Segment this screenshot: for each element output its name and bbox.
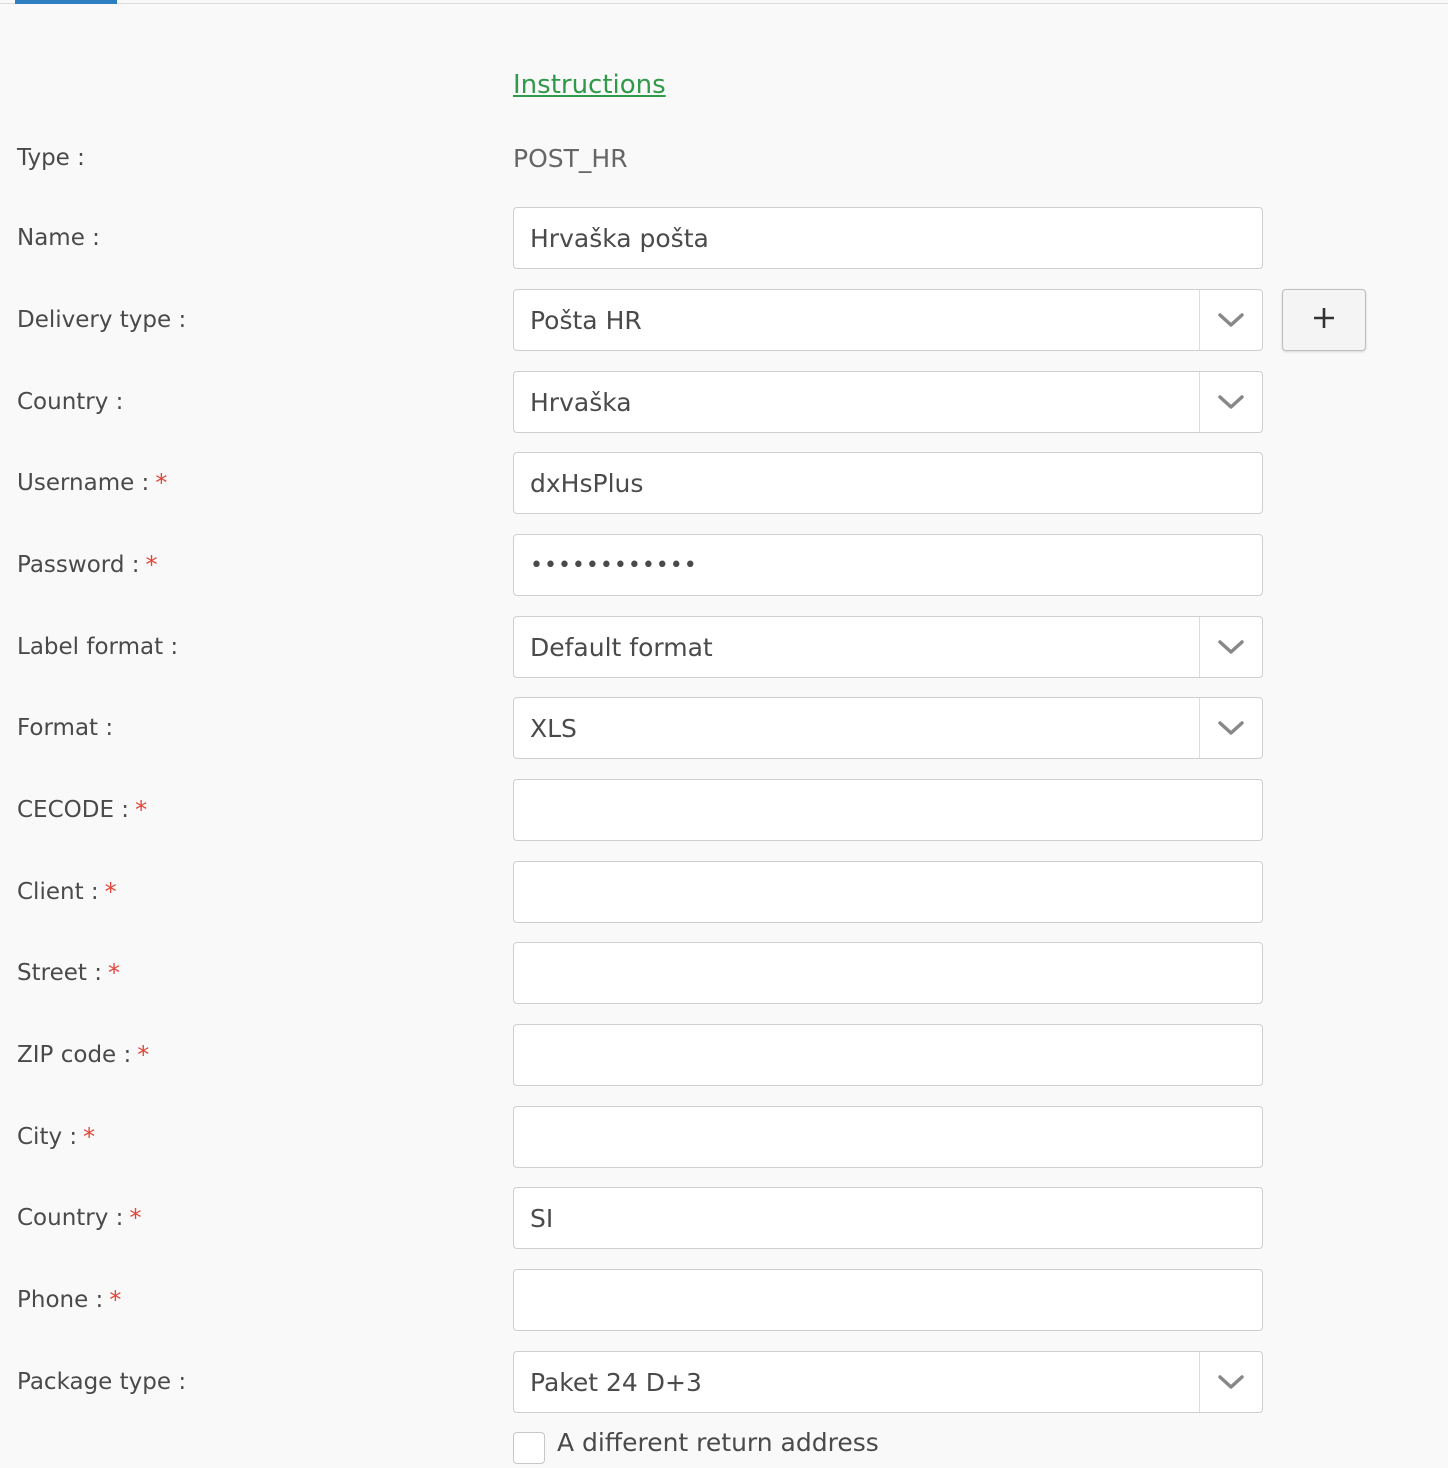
add-delivery-type-button[interactable]: [1282, 289, 1366, 351]
format-value: XLS: [530, 713, 577, 743]
package-type-row: Package type : Paket 24 D+3: [0, 1351, 1448, 1413]
required-mark: *: [135, 796, 148, 824]
tab-bar: [0, 0, 1448, 4]
client-label: Client : *: [17, 878, 117, 906]
delivery-type-row: Delivery type : Pošta HR: [0, 289, 1448, 351]
country-select-value: Hrvaška: [530, 387, 632, 417]
package-type-value: Paket 24 D+3: [530, 1367, 702, 1397]
type-label: Type :: [17, 145, 85, 171]
type-row: Type : POST_HR: [0, 127, 1448, 189]
street-label: Street : *: [17, 959, 120, 987]
zip-row: ZIP code : *: [0, 1024, 1448, 1086]
cecode-input[interactable]: [514, 780, 1262, 840]
phone-label: Phone : *: [17, 1286, 122, 1314]
password-row: Password : *: [0, 534, 1448, 596]
format-label: Format :: [17, 715, 114, 741]
zip-field[interactable]: [513, 1024, 1263, 1086]
password-input[interactable]: [514, 535, 1262, 595]
zip-label: ZIP code : *: [17, 1041, 150, 1069]
phone-row: Phone : *: [0, 1269, 1448, 1331]
label-format-select[interactable]: Default format: [513, 616, 1263, 678]
username-row: Username : *: [0, 452, 1448, 514]
required-mark: *: [129, 1204, 142, 1232]
city-label: City : *: [17, 1123, 96, 1151]
required-mark: *: [145, 551, 158, 579]
return-country-row: Country : *: [0, 1187, 1448, 1249]
zip-input[interactable]: [514, 1025, 1262, 1085]
return-country-field[interactable]: [513, 1187, 1263, 1249]
required-mark: *: [83, 1123, 96, 1151]
required-mark: *: [109, 1286, 122, 1314]
active-tab-indicator: [15, 0, 117, 4]
chevron-down-icon[interactable]: [1199, 1352, 1262, 1412]
package-type-select[interactable]: Paket 24 D+3: [513, 1351, 1263, 1413]
name-row: Name :: [0, 207, 1448, 269]
required-mark: *: [107, 959, 120, 987]
country-label: Country :: [17, 389, 124, 415]
client-field[interactable]: [513, 861, 1263, 923]
required-mark: *: [155, 469, 168, 497]
return-country-label: Country : *: [17, 1204, 142, 1232]
delivery-type-value: Pošta HR: [530, 305, 642, 335]
city-field[interactable]: [513, 1106, 1263, 1168]
phone-field[interactable]: [513, 1269, 1263, 1331]
street-row: Street : *: [0, 942, 1448, 1004]
required-mark: *: [137, 1041, 150, 1069]
password-label: Password : *: [17, 551, 158, 579]
label-format-row: Label format : Default format: [0, 616, 1448, 678]
country-select-row: Country : Hrvaška: [0, 371, 1448, 433]
name-field[interactable]: [513, 207, 1263, 269]
label-format-label: Label format :: [17, 634, 179, 660]
client-input[interactable]: [514, 862, 1262, 922]
format-select[interactable]: XLS: [513, 697, 1263, 759]
required-mark: *: [104, 878, 117, 906]
city-input[interactable]: [514, 1107, 1262, 1167]
return-address-checkbox[interactable]: [513, 1432, 545, 1464]
street-input[interactable]: [514, 943, 1262, 1003]
return-address-label: A different return address: [557, 1428, 879, 1457]
label-format-value: Default format: [530, 632, 713, 662]
return-address-option[interactable]: A different return address: [513, 1428, 879, 1468]
phone-input[interactable]: [514, 1270, 1262, 1330]
delivery-type-select[interactable]: Pošta HR: [513, 289, 1263, 351]
package-type-label: Package type :: [17, 1369, 187, 1395]
username-field[interactable]: [513, 452, 1263, 514]
instructions-link[interactable]: Instructions: [513, 70, 666, 100]
cecode-field[interactable]: [513, 779, 1263, 841]
plus-icon: [1313, 307, 1335, 333]
username-input[interactable]: [514, 453, 1262, 513]
client-row: Client : *: [0, 861, 1448, 923]
name-label: Name :: [17, 225, 100, 251]
username-label: Username : *: [17, 469, 168, 497]
country-select[interactable]: Hrvaška: [513, 371, 1263, 433]
chevron-down-icon[interactable]: [1199, 617, 1262, 677]
return-country-input[interactable]: [514, 1188, 1262, 1248]
city-row: City : *: [0, 1106, 1448, 1168]
password-field[interactable]: [513, 534, 1263, 596]
format-row: Format : XLS: [0, 697, 1448, 759]
cecode-label: CECODE : *: [17, 796, 148, 824]
name-input[interactable]: [514, 208, 1262, 268]
type-value: POST_HR: [513, 143, 628, 173]
chevron-down-icon[interactable]: [1199, 698, 1262, 758]
delivery-type-label: Delivery type :: [17, 307, 187, 333]
cecode-row: CECODE : *: [0, 779, 1448, 841]
chevron-down-icon[interactable]: [1199, 290, 1262, 350]
street-field[interactable]: [513, 942, 1263, 1004]
chevron-down-icon[interactable]: [1199, 372, 1262, 432]
